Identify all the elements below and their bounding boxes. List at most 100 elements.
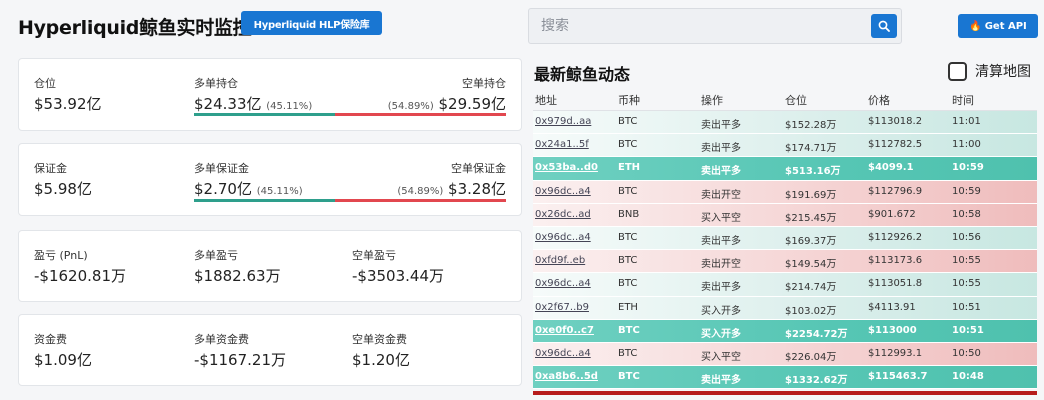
clear-map-label: 清算地图 [975, 64, 1031, 80]
short-pnl-value: -$3503.44万 [352, 267, 444, 285]
action-cell: 卖出平多 [701, 375, 741, 387]
address-link[interactable]: 0x96dc..a4 [535, 232, 591, 243]
short-margin-label: 空单保证金 [451, 162, 506, 175]
pnl-total: -$1620.81万 [34, 267, 126, 285]
col-action: 操作 [701, 94, 723, 107]
whale-table: 地址 币种 操作 仓位 价格 时间 0x979d..aa BTC 卖出平多 $152.… [533, 88, 1037, 390]
address-link[interactable]: 0x24a1..5f [535, 139, 589, 150]
time-cell: 10:59 [952, 185, 981, 197]
short-margin-amount: $3.28亿 [448, 180, 506, 198]
coin-cell: ETH [618, 162, 641, 174]
action-cell: 卖出开空 [701, 189, 741, 201]
size-cell: $149.54万 [785, 259, 837, 271]
get-api-label: Get API [984, 20, 1027, 32]
price-cell: $4099.1 [868, 162, 914, 174]
long-position-pct: (45.11%) [266, 101, 313, 112]
table-row[interactable]: 0xfd9f..eb BTC 卖出开空 $149.54万 $113173.6 10:55 [533, 250, 1037, 274]
table-row[interactable]: 0x96dc..a4 BTC 卖出平多 $214.74万 $113051.8 10:55 [533, 273, 1037, 297]
action-cell: 卖出平多 [701, 235, 741, 247]
table-row[interactable]: 0x2f67..b9 ETH 买入开多 $103.02万 $4113.91 10:51 [533, 296, 1037, 320]
margin-total: $5.98亿 [34, 180, 92, 198]
time-cell: 10:50 [952, 347, 981, 359]
long-pnl-label: 多单盈亏 [194, 249, 238, 262]
address-link[interactable]: 0x26dc..ad [535, 209, 591, 220]
price-cell: $112796.9 [868, 185, 923, 197]
position-label: 仓位 [34, 77, 56, 90]
size-cell: $226.04万 [785, 351, 837, 363]
funding-total: $1.09亿 [34, 351, 92, 369]
table-row[interactable]: 0xa8b6..5d BTC 卖出平多 $1332.62万 $115463.7 10:48 [533, 366, 1037, 390]
fire-icon: 🔥 [969, 20, 982, 32]
table-row[interactable]: 0x979d..aa BTC 卖出平多 $152.28万 $113018.2 11:01 [533, 111, 1037, 135]
table-row[interactable]: 0xe0f0..c7 BTC 买入开多 $2254.72万 $113000 10:51 [533, 319, 1037, 343]
time-cell: 11:00 [952, 139, 981, 151]
long-margin-amount: $2.70亿 [194, 180, 252, 198]
position-card: 仓位 $53.92亿 多单持仓 $24.33亿 (45.11%) 空单持仓 (5… [18, 58, 522, 131]
action-cell: 买入平空 [701, 212, 741, 224]
search-input[interactable] [529, 9, 859, 43]
short-position-pct: (54.89%) [387, 101, 434, 112]
action-cell: 卖出平多 [701, 282, 741, 294]
address-link[interactable]: 0x979d..aa [535, 116, 591, 127]
long-pnl-value: $1882.63万 [194, 267, 281, 285]
action-cell: 卖出平多 [701, 120, 741, 131]
time-cell: 10:51 [952, 324, 984, 336]
table-row[interactable]: 0x96dc..a4 BTC 卖出开空 $191.69万 $112796.9 10:59 [533, 180, 1037, 204]
address-link[interactable]: 0x2f67..b9 [535, 302, 589, 313]
long-margin-label: 多单保证金 [194, 162, 249, 175]
col-size: 仓位 [785, 94, 807, 107]
table-row[interactable]: 0x53ba..d0 ETH 卖出平多 $513.16万 $4099.1 10:59 [533, 157, 1037, 181]
long-margin-pct: (45.11%) [256, 186, 303, 197]
search-box [528, 8, 902, 44]
funding-label: 资金费 [34, 333, 67, 346]
feed-title: 最新鲸鱼动态 [534, 65, 631, 84]
address-link[interactable]: 0x96dc..a4 [535, 186, 591, 197]
price-cell: $113000 [868, 324, 917, 336]
action-cell: 卖出平多 [701, 166, 741, 178]
coin-cell: BTC [618, 139, 638, 151]
size-cell: $2254.72万 [785, 328, 848, 340]
long-funding-label: 多单资金费 [194, 333, 249, 346]
coin-cell: BTC [618, 255, 638, 267]
size-cell: $1332.62万 [785, 375, 848, 387]
short-position-value: (54.89%) $29.59亿 [388, 93, 506, 114]
size-cell: $215.45万 [785, 212, 837, 224]
table-row[interactable]: 0x24a1..5f BTC 卖出平多 $174.71万 $112782.5 11:00 [533, 134, 1037, 158]
action-cell: 买入开多 [701, 305, 741, 317]
search-button[interactable] [871, 14, 897, 38]
short-margin-pct: (54.89%) [397, 186, 444, 197]
address-link[interactable]: 0xa8b6..5d [535, 371, 598, 382]
short-position-amount: $29.59亿 [438, 95, 507, 113]
address-link[interactable]: 0xe0f0..c7 [535, 325, 594, 336]
address-link[interactable]: 0x96dc..a4 [535, 348, 591, 359]
short-pnl-label: 空单盈亏 [352, 249, 396, 262]
table-row[interactable]: 0x96dc..a4 BTC 卖出平多 $169.37万 $112926.2 10:56 [533, 226, 1037, 251]
coin-cell: BTC [618, 371, 640, 383]
address-link[interactable]: 0xfd9f..eb [535, 255, 585, 266]
address-link[interactable]: 0x53ba..d0 [535, 162, 598, 173]
price-cell: $112782.5 [868, 139, 923, 151]
size-cell: $103.02万 [785, 305, 837, 317]
short-funding-label: 空单资金费 [352, 333, 407, 346]
long-margin-value: $2.70亿 (45.11%) [194, 178, 303, 199]
clear-map-checkbox[interactable] [948, 61, 967, 81]
short-position-bar [335, 113, 506, 116]
table-row[interactable]: 0x96dc..a4 BTC 买入平空 $226.04万 $112993.1 10:50 [533, 342, 1037, 367]
long-position-bar [194, 113, 335, 116]
coin-cell: ETH [618, 301, 638, 313]
get-api-button[interactable]: 🔥 Get API [958, 14, 1038, 38]
action-cell: 买入开多 [701, 328, 741, 340]
long-margin-bar [194, 199, 335, 202]
pnl-card: 盈亏 (PnL) -$1620.81万 多单盈亏 $1882.63万 空单盈亏 … [18, 230, 522, 302]
clear-map-toggle[interactable]: 清算地图 [948, 61, 1031, 81]
size-cell: $191.69万 [785, 189, 837, 201]
short-funding-value: $1.20亿 [352, 351, 410, 369]
hlp-vault-button[interactable]: Hyperliquid HLP保险库 [241, 11, 382, 35]
address-link[interactable]: 0x96dc..a4 [535, 278, 591, 289]
size-cell: $174.71万 [785, 143, 837, 155]
size-cell: $214.74万 [785, 282, 837, 294]
table-header: 地址 币种 操作 仓位 价格 时间 [533, 88, 1037, 111]
price-cell: $4113.91 [868, 301, 916, 313]
long-funding-value: -$1167.21万 [194, 351, 286, 369]
table-row[interactable]: 0x26dc..ad BNB 买入平空 $215.45万 $901.672 10:58 [533, 203, 1037, 227]
